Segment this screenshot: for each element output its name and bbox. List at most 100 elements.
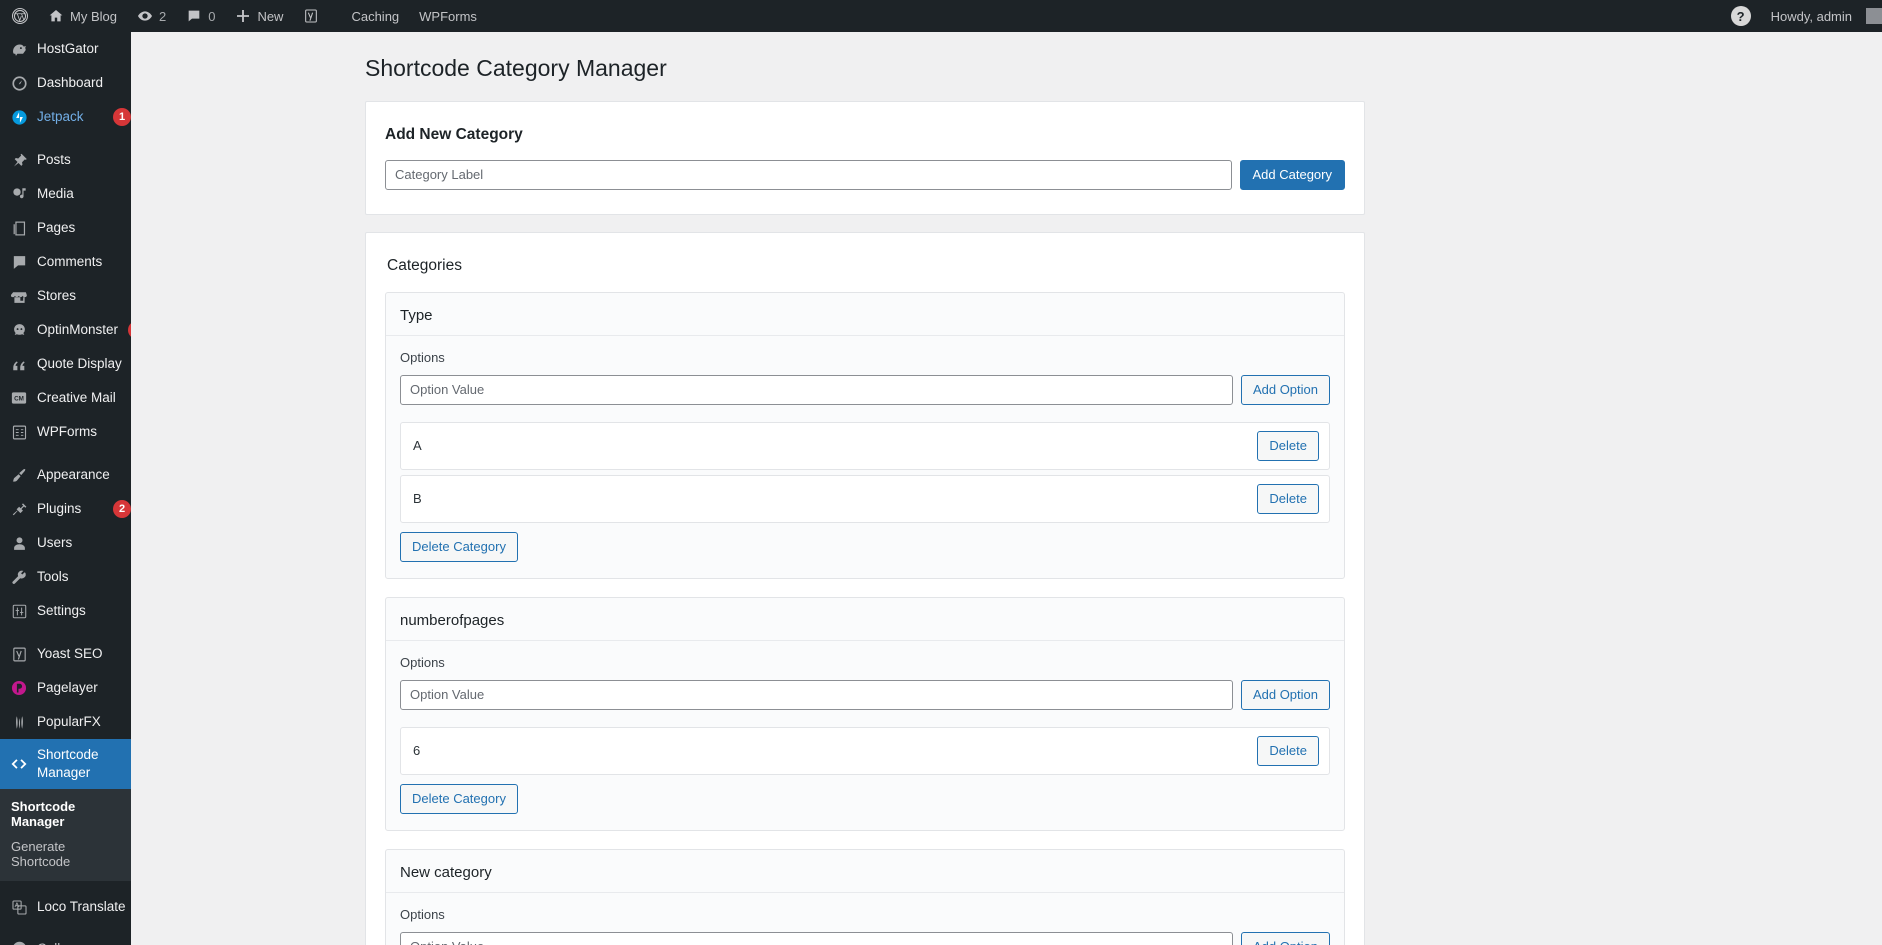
collapse-arrow-icon bbox=[9, 938, 29, 945]
category-card: Type Options Add Option A Delete bbox=[385, 291, 1345, 579]
add-option-form: Add Option bbox=[400, 931, 1330, 945]
plug-icon bbox=[9, 499, 29, 519]
howdy-label: Howdy, admin bbox=[1770, 8, 1852, 24]
yoast-seo-icon bbox=[303, 8, 319, 24]
pagelayer-icon bbox=[9, 678, 29, 698]
sidebar-separator bbox=[0, 881, 131, 890]
paintbrush-icon bbox=[9, 465, 29, 485]
sidebar-item-creative-mail[interactable]: CM Creative Mail bbox=[0, 381, 131, 415]
comments-menu[interactable]: 0 bbox=[176, 0, 225, 32]
sidebar-item-dashboard[interactable]: Dashboard bbox=[0, 66, 131, 100]
option-row: A Delete bbox=[400, 421, 1330, 470]
main-content: Shortcode Category Manager Add New Categ… bbox=[131, 32, 1882, 945]
sidebar-item-yoast-seo[interactable]: Yoast SEO bbox=[0, 637, 131, 671]
yoast-adminbar-menu[interactable] bbox=[293, 0, 329, 32]
add-option-button[interactable]: Add Option bbox=[1240, 374, 1330, 405]
sidebar-item-pages[interactable]: Pages bbox=[0, 211, 131, 245]
option-value: A bbox=[413, 438, 422, 454]
hostgator-icon bbox=[9, 39, 29, 59]
sidebar-item-label: Stores bbox=[37, 287, 77, 303]
sidebar-item-stores[interactable]: Stores bbox=[0, 279, 131, 313]
sidebar-item-pagelayer[interactable]: Pagelayer bbox=[0, 671, 131, 705]
updates-icon bbox=[137, 8, 153, 24]
delete-category-button[interactable]: Delete Category bbox=[400, 531, 518, 562]
sidebar-item-label: WPForms bbox=[37, 423, 97, 439]
delete-option-button[interactable]: Delete bbox=[1257, 483, 1319, 514]
sidebar-item-popularfx[interactable]: PopularFX bbox=[0, 705, 131, 739]
sidebar-separator bbox=[0, 449, 131, 458]
option-value-input[interactable] bbox=[400, 374, 1233, 405]
delete-option-button[interactable]: Delete bbox=[1257, 430, 1319, 461]
sidebar-item-label: Settings bbox=[37, 602, 86, 618]
jetpack-icon bbox=[9, 107, 29, 127]
sidebar-item-label: Quote Display bbox=[37, 355, 122, 371]
plus-icon bbox=[235, 8, 251, 24]
add-category-button[interactable]: Add Category bbox=[1239, 159, 1345, 190]
site-name-label: My Blog bbox=[70, 8, 117, 24]
sidebar-item-wpforms[interactable]: WPForms bbox=[0, 415, 131, 449]
categories-panel: Categories Type Options Add Option A De bbox=[365, 231, 1365, 945]
sidebar-item-settings[interactable]: Settings bbox=[0, 594, 131, 628]
sidebar-item-appearance[interactable]: Appearance bbox=[0, 458, 131, 492]
sidebar-item-label: Shortcode Manager bbox=[37, 747, 99, 781]
translate-icon bbox=[9, 897, 29, 917]
sidebar-badge: 2 bbox=[113, 500, 131, 518]
comment-bubble-icon bbox=[9, 252, 29, 272]
option-value-input[interactable] bbox=[400, 931, 1233, 945]
sidebar-item-plugins[interactable]: Plugins 2 bbox=[0, 492, 131, 526]
delete-option-button[interactable]: Delete bbox=[1257, 735, 1319, 766]
category-title: Type bbox=[400, 306, 433, 324]
sidebar-item-label: Pagelayer bbox=[37, 679, 98, 695]
option-value: 6 bbox=[413, 743, 421, 759]
category-title: numberofpages bbox=[400, 611, 505, 629]
sidebar-item-tools[interactable]: Tools bbox=[0, 560, 131, 594]
sidebar-item-label: Plugins bbox=[37, 500, 82, 516]
wpforms-adminbar-menu[interactable]: WPForms bbox=[409, 0, 487, 32]
sidebar-item-comments[interactable]: Comments bbox=[0, 245, 131, 279]
add-option-button[interactable]: Add Option bbox=[1240, 931, 1330, 945]
new-content-label: New bbox=[257, 8, 284, 24]
wordpress-logo-button[interactable] bbox=[0, 0, 38, 32]
collapse-menu-button[interactable]: Collapse menu bbox=[0, 930, 131, 945]
add-option-button[interactable]: Add Option bbox=[1240, 679, 1330, 710]
sidebar-separator bbox=[0, 628, 131, 637]
my-account-menu[interactable]: Howdy, admin bbox=[1761, 0, 1882, 32]
updates-count: 2 bbox=[158, 8, 167, 24]
sidebar-item-posts[interactable]: Posts bbox=[0, 143, 131, 177]
submenu-item-shortcode-manager[interactable]: Shortcode Manager bbox=[0, 794, 131, 834]
sidebar-item-label: Pages bbox=[37, 219, 76, 235]
caching-menu[interactable]: Caching bbox=[341, 0, 409, 32]
submenu-item-generate-shortcode[interactable]: Generate Shortcode bbox=[0, 834, 131, 874]
dashboard-gauge-icon bbox=[9, 73, 29, 93]
category-title: New category bbox=[400, 863, 492, 881]
category-card-header: numberofpages bbox=[386, 598, 1344, 641]
sidebar-item-shortcode-manager[interactable]: Shortcode Manager bbox=[0, 739, 131, 790]
wpforms-label: WPForms bbox=[419, 8, 477, 24]
sidebar-item-quote-display[interactable]: Quote Display bbox=[0, 347, 131, 381]
sidebar-item-label: Yoast SEO bbox=[37, 645, 103, 661]
user-avatar-icon bbox=[1866, 8, 1882, 24]
option-value-input[interactable] bbox=[400, 679, 1233, 710]
updates-menu[interactable]: 2 bbox=[127, 0, 176, 32]
sidebar-item-hostgator[interactable]: HostGator bbox=[0, 32, 131, 66]
help-button[interactable]: ? bbox=[1721, 0, 1761, 32]
sidebar-item-jetpack[interactable]: Jetpack 1 bbox=[0, 100, 131, 134]
sidebar-item-loco-translate[interactable]: Loco Translate bbox=[0, 890, 131, 924]
pin-icon bbox=[9, 150, 29, 170]
sidebar-item-label: Dashboard bbox=[37, 74, 104, 90]
category-card: numberofpages Options Add Option 6 Delet… bbox=[385, 596, 1345, 831]
sidebar-item-users[interactable]: Users bbox=[0, 526, 131, 560]
category-card-header: New category bbox=[386, 850, 1344, 893]
sidebar-item-label: Media bbox=[37, 185, 74, 201]
add-new-category-panel: Add New Category Add Category bbox=[365, 100, 1365, 215]
delete-category-button[interactable]: Delete Category bbox=[400, 783, 518, 814]
sidebar-item-optinmonster[interactable]: OptinMonster 1 bbox=[0, 313, 131, 347]
sidebar-item-media[interactable]: Media bbox=[0, 177, 131, 211]
option-row: B Delete bbox=[400, 474, 1330, 523]
new-content-menu[interactable]: New bbox=[225, 0, 293, 32]
site-name-menu[interactable]: My Blog bbox=[38, 0, 127, 32]
admin-bar-right: ? Howdy, admin bbox=[1721, 0, 1882, 32]
media-icon bbox=[9, 184, 29, 204]
category-label-input[interactable] bbox=[385, 159, 1232, 190]
quote-marks-icon bbox=[9, 354, 29, 374]
